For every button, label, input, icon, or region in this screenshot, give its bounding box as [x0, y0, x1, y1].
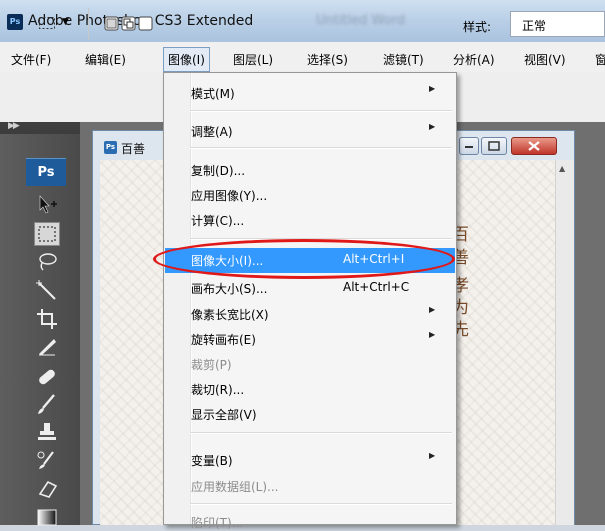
menu-window[interactable]: 窗 [595, 51, 605, 68]
healing-brush-tool-icon[interactable] [34, 364, 60, 388]
menu-analysis[interactable]: 分析(A) [453, 51, 495, 68]
gradient-tool-icon[interactable] [34, 504, 60, 528]
submenu-arrow-icon: ▶ [429, 451, 436, 460]
menu-item-canvas-size[interactable]: 画布大小(S)... [191, 280, 267, 297]
menu-item-calculations[interactable]: 计算(C)... [191, 212, 244, 229]
maximize-button[interactable] [481, 137, 507, 155]
lasso-tool-icon[interactable] [34, 250, 60, 274]
double-chevron-icon[interactable]: ▶▶ [8, 121, 20, 131]
menu-item-reveal-all[interactable]: 显示全部(V) [191, 406, 257, 423]
shortcut-canvas-size: Alt+Ctrl+C [343, 280, 410, 294]
menu-filter[interactable]: 滤镜(T) [383, 51, 424, 68]
style-label: 样式: [463, 20, 492, 34]
annotation-oval [153, 239, 455, 279]
menu-image[interactable]: 图像(I) [163, 47, 210, 72]
submenu-arrow-icon: ▶ [429, 122, 436, 131]
selection-mode-buttons[interactable] [104, 15, 164, 33]
menu-separator [190, 110, 452, 112]
vertical-scrollbar[interactable] [555, 160, 574, 525]
menu-item-variables[interactable]: 变量(B) [191, 452, 233, 469]
minimize-button[interactable] [459, 137, 479, 155]
chevron-down-icon[interactable]: ▼ [62, 17, 69, 27]
menu-separator [190, 147, 452, 149]
menu-separator [190, 432, 452, 434]
menu-separator [190, 503, 452, 505]
toolbar-divider [88, 8, 89, 40]
menu-item-adjustments[interactable]: 调整(A) [191, 123, 233, 140]
menu-view[interactable]: 视图(V) [524, 51, 566, 68]
menu-item-apply-image[interactable]: 应用图像(Y)... [191, 187, 267, 204]
menu-item-duplicate[interactable]: 复制(D)... [191, 162, 245, 179]
close-button[interactable] [511, 137, 557, 155]
photoshop-logo-icon: Ps [7, 14, 23, 30]
submenu-arrow-icon: ▶ [429, 84, 436, 93]
style-select-value: 正常 [522, 19, 547, 33]
menu-bar: 文件(F) 编辑(E) 图像(I) 图层(L) 选择(S) 滤镜(T) 分析(A… [0, 42, 605, 73]
marquee-tool-icon[interactable] [34, 222, 60, 246]
document-icon: Ps [104, 141, 117, 154]
menu-select[interactable]: 选择(S) [307, 51, 348, 68]
history-brush-tool-icon[interactable] [34, 448, 60, 472]
menu-item-apply-data-set: 应用数据组(L)... [191, 480, 279, 494]
move-tool-icon[interactable] [34, 192, 60, 216]
clone-stamp-tool-icon[interactable] [34, 420, 60, 444]
menu-layer[interactable]: 图层(L) [233, 51, 273, 68]
menu-item-trim[interactable]: 裁切(R)... [191, 381, 244, 398]
crop-tool-icon[interactable] [34, 306, 60, 330]
menu-item-mode[interactable]: 模式(M) [191, 85, 235, 102]
menu-item-crop: 裁剪(P) [191, 358, 232, 372]
menu-edit[interactable]: 编辑(E) [85, 51, 126, 68]
menu-file[interactable]: 文件(F) [11, 51, 51, 68]
toolbox-ps-logo[interactable]: Ps [26, 158, 66, 186]
close-icon [528, 141, 540, 151]
magic-wand-tool-icon[interactable] [34, 278, 60, 302]
eraser-tool-icon[interactable] [34, 476, 60, 500]
slice-tool-icon[interactable] [34, 334, 60, 358]
blurred-document-name: Untitled Word [316, 13, 405, 28]
rect-marquee-preset-icon[interactable] [38, 14, 56, 32]
document-title: 百善 [121, 142, 146, 156]
submenu-arrow-icon: ▶ [429, 305, 436, 314]
menu-item-trap: 陷印(T)... [191, 516, 244, 530]
submenu-arrow-icon: ▶ [429, 330, 436, 339]
brush-tool-icon[interactable] [34, 392, 60, 416]
menu-item-rotate-canvas[interactable]: 旋转画布(E) [191, 331, 256, 348]
menu-item-pixel-aspect-ratio[interactable]: 像素长宽比(X) [191, 306, 269, 323]
scroll-up-arrow-icon[interactable]: ▲ [559, 164, 565, 173]
